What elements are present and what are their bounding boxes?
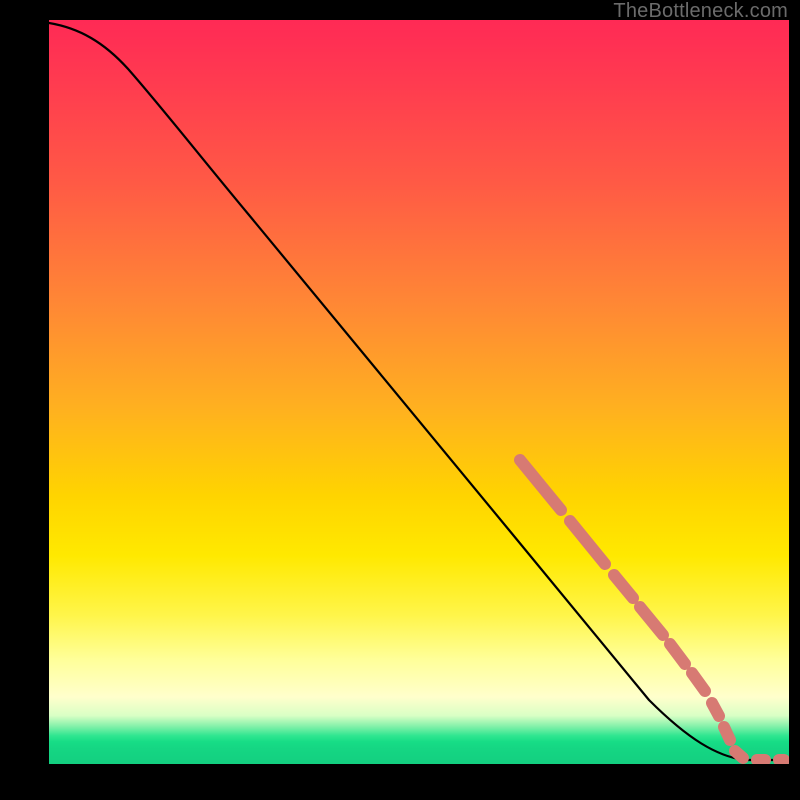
watermark-text: TheBottleneck.com xyxy=(613,0,788,23)
dash-seg xyxy=(670,644,685,664)
dash-seg xyxy=(614,575,633,598)
dash-seg xyxy=(712,703,719,716)
plot-area xyxy=(49,20,789,764)
dash-seg xyxy=(640,607,663,635)
main-curve xyxy=(49,23,789,760)
dash-seg xyxy=(570,521,605,564)
chart-stage: TheBottleneck.com xyxy=(0,0,800,800)
chart-overlay xyxy=(49,20,789,764)
dash-seg xyxy=(724,727,730,740)
dash-seg xyxy=(692,673,705,691)
dash-seg xyxy=(735,751,743,758)
dash-seg xyxy=(520,460,561,510)
dash-markers xyxy=(520,460,784,760)
